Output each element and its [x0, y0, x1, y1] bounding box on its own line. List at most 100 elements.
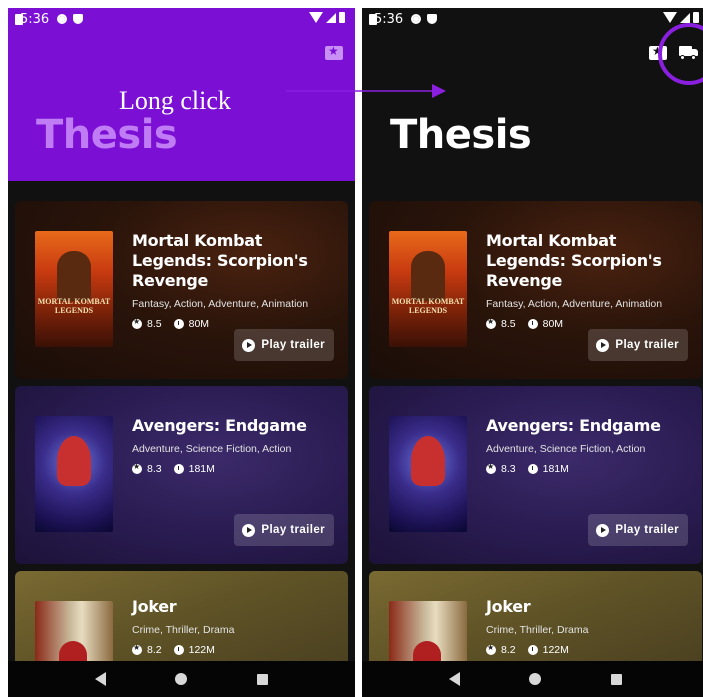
movie-duration: 181M [542, 463, 569, 475]
battery-icon [693, 12, 699, 23]
movie-info: Avengers: Endgame Adventure, Science Fic… [486, 416, 696, 475]
movie-info: Mortal Kombat Legends: Scorpion's Reveng… [132, 231, 342, 330]
movie-poster [389, 416, 467, 532]
movie-info: Avengers: Endgame Adventure, Science Fic… [132, 416, 342, 475]
app-bar: 5:36 Thesis [362, 8, 703, 181]
play-icon [596, 338, 610, 352]
page-title: Thesis [36, 112, 178, 158]
movie-rating: 8.2 [147, 644, 162, 656]
movie-rating: 8.2 [501, 644, 516, 656]
settings-status-icon [411, 14, 422, 24]
movie-card[interactable]: Avengers: Endgame Adventure, Science Fic… [369, 386, 702, 564]
star-icon [132, 317, 142, 329]
status-bar: 5:36 [362, 8, 703, 30]
play-trailer-label: Play trailer [615, 339, 679, 351]
recents-icon[interactable] [611, 673, 623, 685]
play-icon [242, 338, 256, 352]
back-icon[interactable] [94, 672, 106, 686]
movie-title: Avengers: Endgame [132, 416, 307, 435]
status-time: 5:36 [374, 11, 404, 27]
ticket-icon[interactable] [325, 44, 343, 60]
movie-list[interactable]: MORTAL KOMBAT LEGENDS Mortal Kombat Lege… [8, 181, 355, 661]
movie-meta: 8.2 122M [486, 643, 696, 656]
movie-title: Mortal Kombat Legends: Scorpion's Reveng… [132, 231, 308, 290]
poster-figure [411, 251, 445, 301]
poster-figure [57, 251, 91, 301]
clock-icon [527, 319, 538, 329]
shield-status-icon [73, 14, 84, 24]
movie-title: Mortal Kombat Legends: Scorpion's Reveng… [486, 231, 662, 290]
clock-icon [527, 464, 538, 474]
sim-card-status-icon [369, 13, 377, 25]
movie-meta: 8.2 122M [132, 643, 342, 656]
poster-title-text: MORTAL KOMBAT LEGENDS [37, 297, 111, 315]
play-trailer-button[interactable]: Play trailer [234, 329, 334, 361]
movie-rating: 8.5 [501, 318, 516, 330]
play-trailer-label: Play trailer [615, 524, 679, 536]
poster-figure [57, 436, 91, 486]
status-time: 5:36 [20, 11, 50, 27]
system-nav-bar [8, 661, 355, 697]
play-trailer-button[interactable]: Play trailer [588, 329, 688, 361]
wifi-icon [663, 12, 677, 23]
back-icon[interactable] [448, 672, 460, 686]
phone-screen-after: 5:36 Thesis MORTAL KOM [362, 8, 703, 697]
movie-poster [35, 601, 113, 661]
movie-duration: 80M [542, 318, 564, 330]
poster-figure [59, 641, 87, 661]
movie-duration: 80M [188, 318, 210, 330]
movie-meta: 8.3 181M [132, 462, 342, 475]
movie-card[interactable]: MORTAL KOMBAT LEGENDS Mortal Kombat Lege… [15, 201, 348, 379]
movie-rating: 8.3 [501, 463, 516, 475]
movie-card[interactable]: Joker Crime, Thriller, Drama 8.2 122M [15, 571, 348, 661]
home-icon[interactable] [529, 673, 542, 685]
shield-status-icon [427, 14, 438, 24]
clock-icon [173, 319, 184, 329]
signal-icon [680, 12, 690, 23]
play-trailer-label: Play trailer [261, 339, 325, 351]
star-icon [132, 643, 142, 655]
movie-info: Joker Crime, Thriller, Drama 8.2 122M [486, 597, 696, 656]
movie-card[interactable]: MORTAL KOMBAT LEGENDS Mortal Kombat Lege… [369, 201, 702, 379]
movie-duration: 181M [188, 463, 215, 475]
page-title: Thesis [390, 112, 532, 158]
movie-info: Joker Crime, Thriller, Drama 8.2 122M [132, 597, 342, 656]
star-icon [132, 462, 142, 474]
screenshot-stage: 5:36 Thesis MORTAL KOMBAT LEGENDS [0, 0, 703, 697]
movie-genres: Fantasy, Action, Adventure, Animation [132, 298, 309, 310]
play-trailer-button[interactable]: Play trailer [234, 514, 334, 546]
poster-figure [413, 641, 441, 661]
status-bar: 5:36 [8, 8, 355, 30]
battery-icon [339, 12, 345, 23]
settings-status-icon [57, 14, 68, 24]
home-icon[interactable] [175, 673, 188, 685]
movie-card[interactable]: Avengers: Endgame Adventure, Science Fic… [15, 386, 348, 564]
movie-duration: 122M [188, 644, 215, 656]
movie-poster [35, 416, 113, 532]
wifi-icon [309, 12, 323, 23]
movie-info: Mortal Kombat Legends: Scorpion's Reveng… [486, 231, 696, 330]
star-icon [486, 643, 496, 655]
movie-genres: Crime, Thriller, Drama [132, 624, 235, 636]
play-trailer-button[interactable]: Play trailer [588, 514, 688, 546]
movie-genres: Adventure, Science Fiction, Action [132, 443, 292, 455]
movie-poster [389, 601, 467, 661]
signal-icon [326, 12, 336, 23]
movie-poster: MORTAL KOMBAT LEGENDS [35, 231, 113, 347]
movie-genres: Adventure, Science Fiction, Action [486, 443, 646, 455]
movie-rating: 8.3 [147, 463, 162, 475]
play-trailer-label: Play trailer [261, 524, 325, 536]
movie-list[interactable]: MORTAL KOMBAT LEGENDS Mortal Kombat Lege… [362, 181, 703, 661]
movie-poster: MORTAL KOMBAT LEGENDS [389, 231, 467, 347]
clock-icon [173, 464, 184, 474]
movie-title: Joker [132, 597, 177, 616]
clock-icon [173, 645, 184, 655]
movie-title: Avengers: Endgame [486, 416, 661, 435]
recents-icon[interactable] [257, 673, 269, 685]
poster-figure [411, 436, 445, 486]
play-icon [596, 523, 610, 537]
movie-genres: Crime, Thriller, Drama [486, 624, 589, 636]
play-icon [242, 523, 256, 537]
movie-card[interactable]: Joker Crime, Thriller, Drama 8.2 122M [369, 571, 702, 661]
system-nav-bar [362, 661, 703, 697]
